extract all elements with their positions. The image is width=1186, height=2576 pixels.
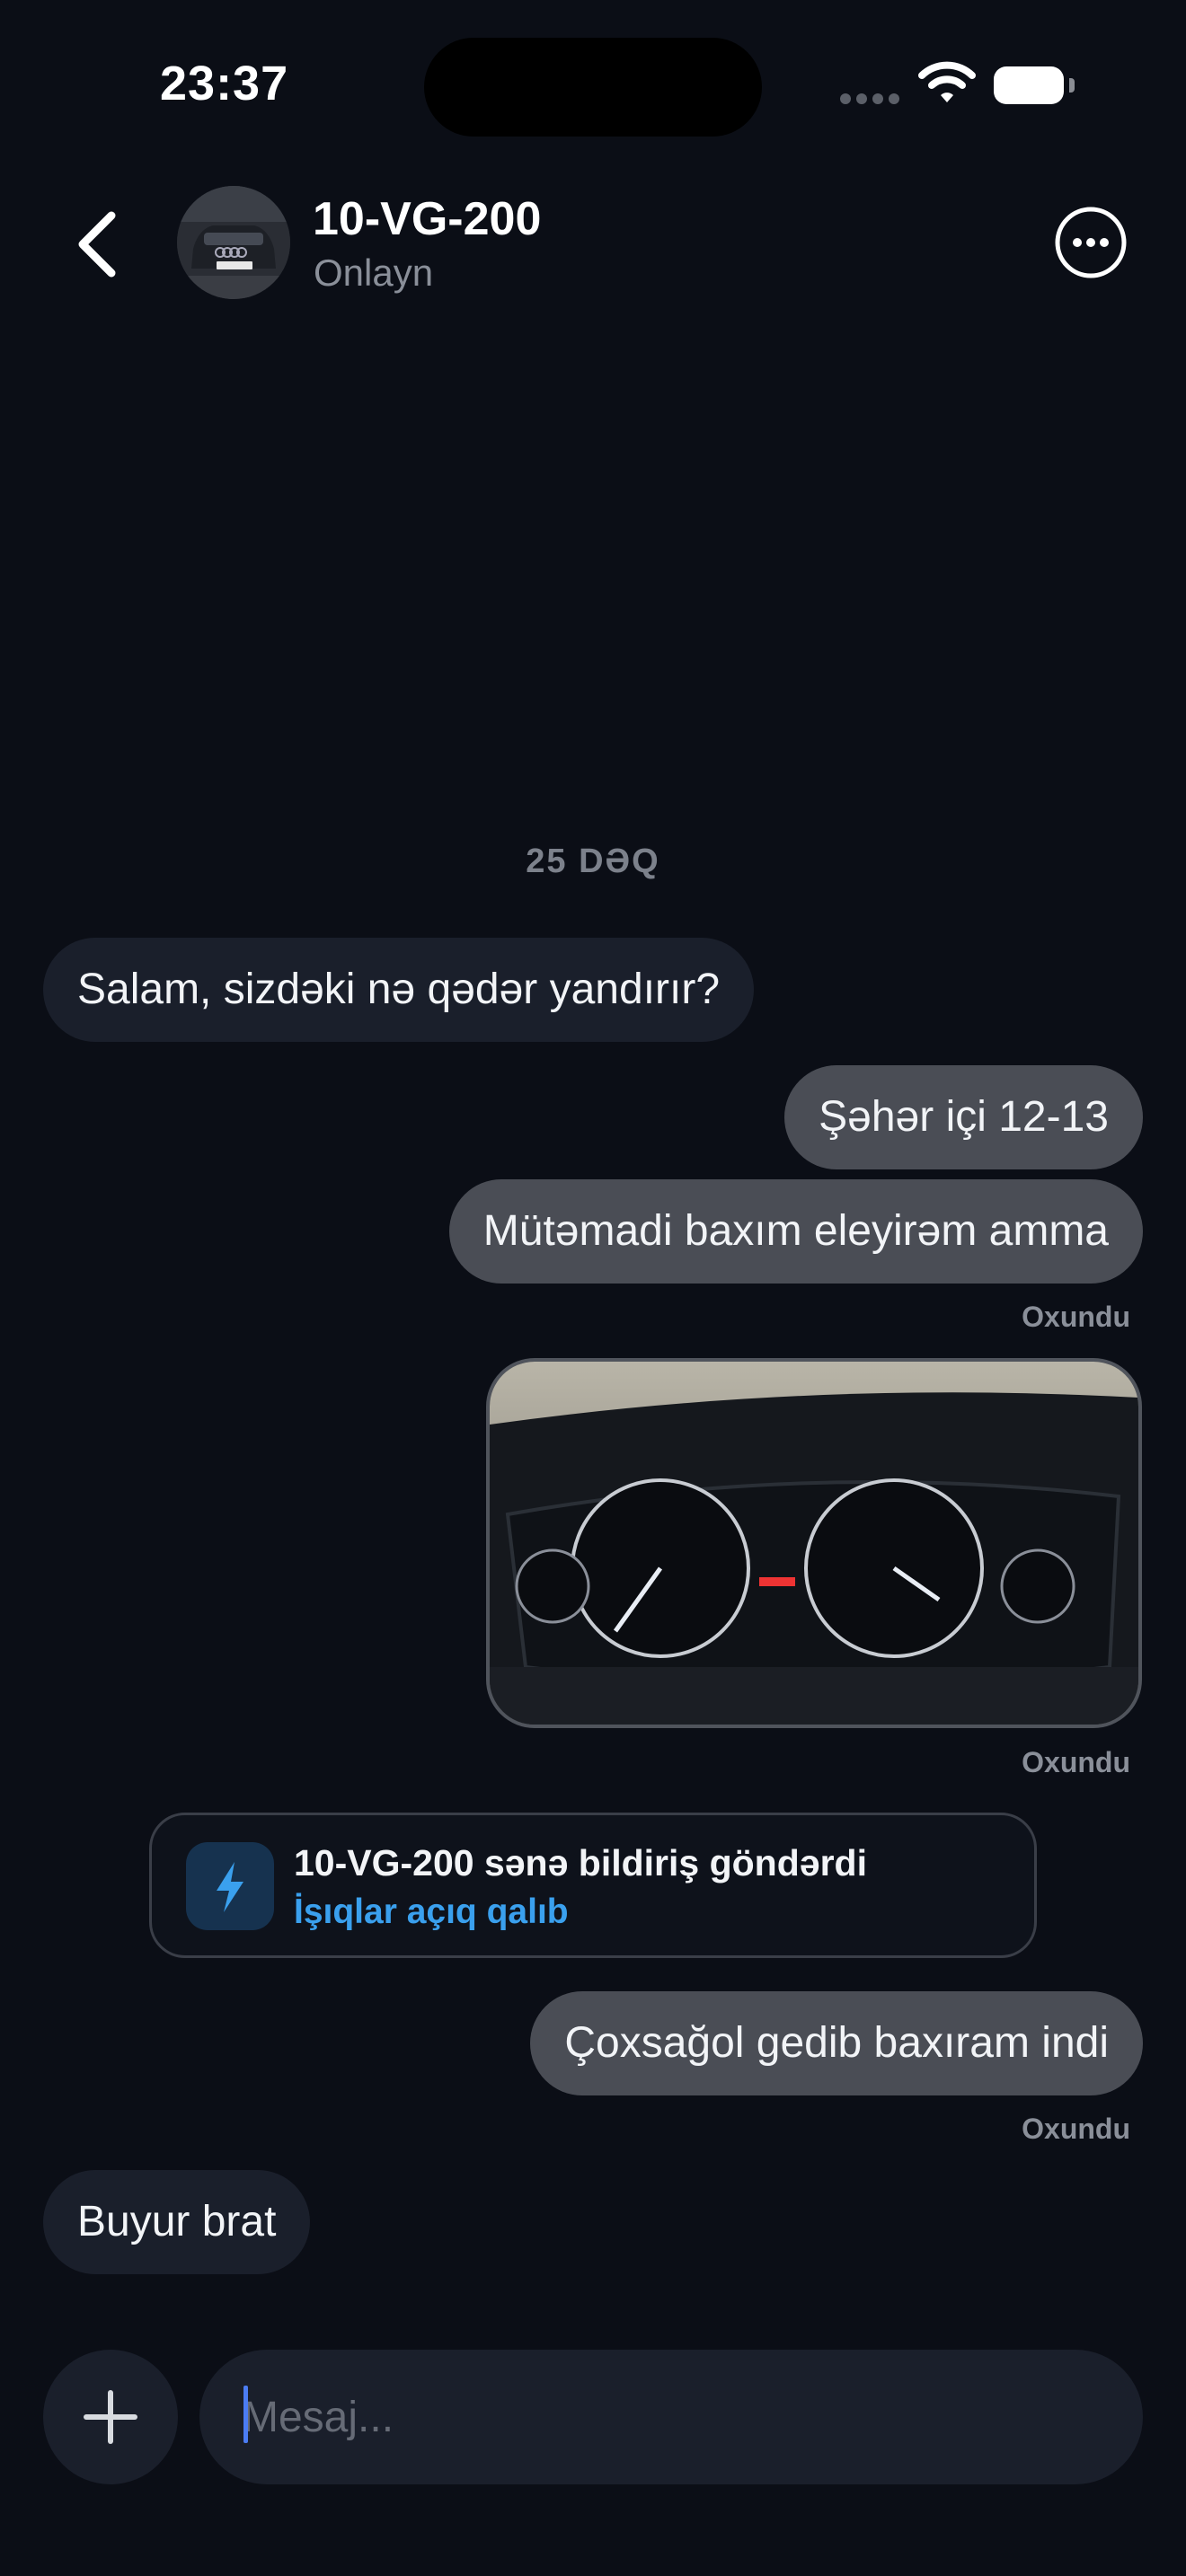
message-composer: [0, 2335, 1186, 2533]
dynamic-island: [424, 38, 762, 137]
plus-icon: [84, 2390, 137, 2444]
back-button[interactable]: [66, 208, 129, 280]
notification-subtitle: İşıqlar açıq qalıb: [294, 1892, 569, 1931]
add-attachment-button[interactable]: [43, 2350, 178, 2484]
chevron-left-icon: [78, 211, 116, 278]
online-status: Onlayn: [314, 251, 434, 294]
message-outgoing[interactable]: Mütəmadi baxım eleyirəm amma: [448, 1179, 1143, 1284]
notification-title: 10-VG-200 sənə bildiriş göndərdi: [294, 1842, 867, 1883]
message-incoming[interactable]: Buyur brat: [43, 2170, 311, 2274]
car-avatar-image: [177, 186, 290, 299]
image-message[interactable]: [486, 1358, 1142, 1728]
status-time: 23:37: [160, 57, 289, 110]
date-separator: 25 DƏQ: [526, 842, 660, 880]
contact-name[interactable]: 10-VG-200: [313, 192, 541, 246]
read-receipt: Oxundu: [1022, 2113, 1130, 2145]
read-receipt: Oxundu: [1022, 1301, 1130, 1333]
battery-icon: [994, 66, 1075, 104]
message-incoming[interactable]: Salam, sizdəki nə qədər yandırır?: [43, 938, 755, 1042]
notification-card[interactable]: 10-VG-200 sənə bildiriş göndərdi İşıqlar…: [149, 1813, 1037, 1958]
text-caret: [243, 2386, 248, 2443]
message-outgoing[interactable]: Şəhər içi 12-13: [784, 1065, 1143, 1169]
avatar[interactable]: [177, 186, 290, 299]
status-bar: 23:37: [0, 0, 1186, 171]
message-outgoing[interactable]: Çoxsağol gedib baxıram indi: [530, 1991, 1143, 2095]
more-button[interactable]: [1053, 205, 1128, 280]
message-input[interactable]: [199, 2350, 1143, 2484]
dashboard-photo: [490, 1362, 1138, 1725]
lightning-icon-badge: [186, 1842, 274, 1930]
chat-header: 10-VG-200 Onlayn: [0, 171, 1186, 314]
wifi-icon: [918, 61, 976, 102]
lightning-icon: [217, 1862, 243, 1912]
read-receipt: Oxundu: [1022, 1746, 1130, 1778]
more-horizontal-icon: [1055, 207, 1127, 278]
